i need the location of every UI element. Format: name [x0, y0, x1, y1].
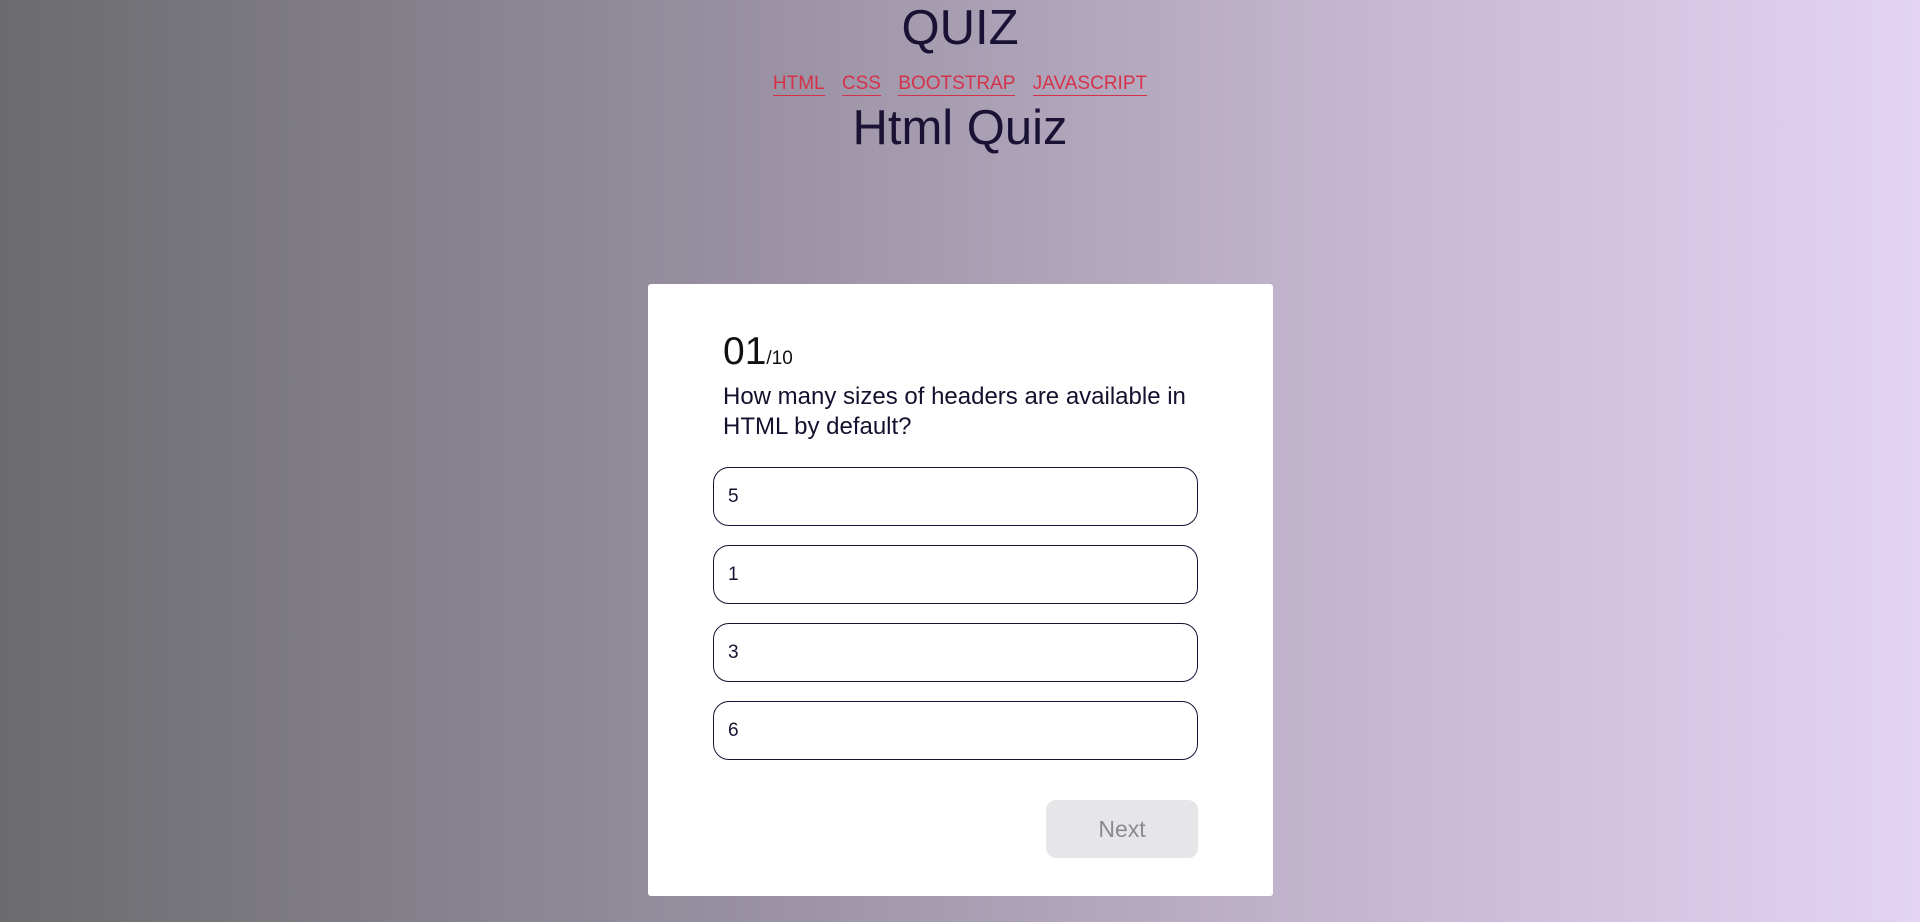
site-title: QUIZ	[901, 1, 1019, 55]
answer-option[interactable]: 1	[713, 545, 1198, 604]
question-text: How many sizes of headers are available …	[723, 383, 1186, 440]
answer-option[interactable]: 3	[713, 623, 1198, 682]
nav-link-javascript[interactable]: JAVASCRIPT	[1032, 73, 1148, 96]
total-questions: /10	[766, 348, 793, 369]
question-counter: 01/10	[723, 330, 793, 374]
next-button[interactable]: Next	[1046, 800, 1198, 858]
nav-link-bootstrap[interactable]: BOOTSTRAP	[898, 73, 1016, 96]
current-question-number: 01	[723, 330, 767, 373]
answer-option[interactable]: 6	[713, 701, 1198, 760]
quiz-card: 01/10 How many sizes of headers are avai…	[648, 284, 1273, 896]
answer-options: 5 1 3 6	[713, 467, 1198, 779]
answer-option[interactable]: 5	[713, 467, 1198, 526]
quiz-topic-nav: HTML CSS BOOTSTRAP JAVASCRIPT	[0, 70, 1920, 98]
quiz-title: Html Quiz	[852, 101, 1068, 155]
nav-link-html[interactable]: HTML	[772, 73, 825, 96]
nav-link-css[interactable]: CSS	[841, 73, 881, 96]
